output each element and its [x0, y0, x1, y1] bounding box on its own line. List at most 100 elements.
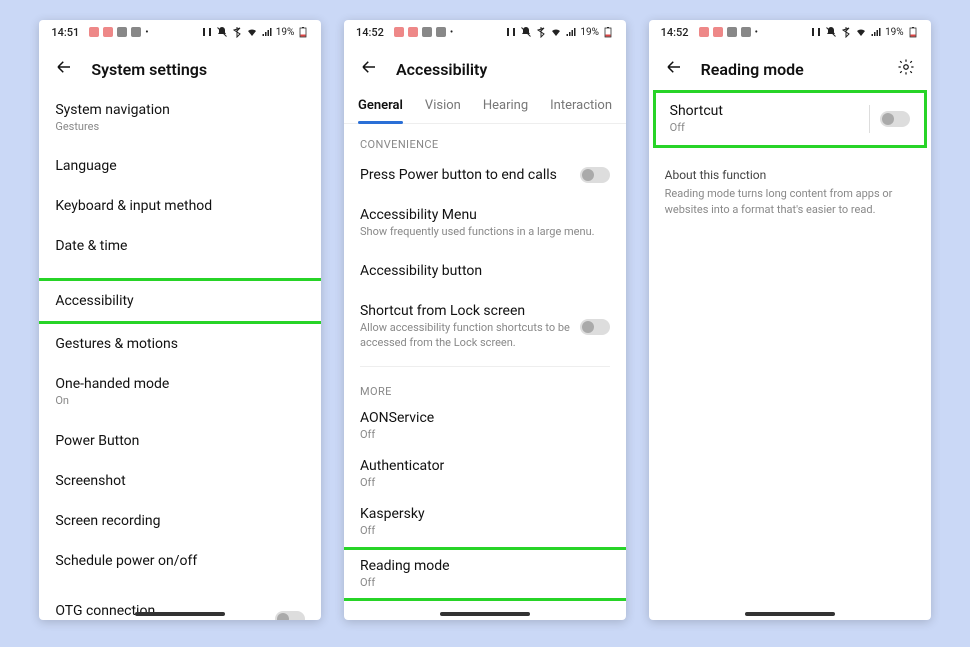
row-sub: Show frequently used functions in a larg… — [360, 225, 610, 239]
tab-hearing[interactable]: Hearing — [483, 90, 528, 123]
row-title: Reading mode — [360, 558, 610, 574]
toggle-shortcut-lock[interactable] — [580, 319, 610, 335]
row-accessibility[interactable]: Accessibility — [39, 278, 321, 324]
row-accessibility-button[interactable]: Accessibility button — [344, 251, 626, 291]
row-sub: Off — [360, 428, 610, 442]
linkedin-icon — [422, 27, 432, 37]
row-title: Screen recording — [55, 513, 305, 529]
row-title: OTG connection — [55, 603, 275, 619]
home-indicator[interactable] — [745, 612, 835, 616]
back-icon[interactable] — [665, 58, 683, 80]
row-datetime[interactable]: Date & time — [39, 226, 321, 266]
row-title: AONService — [360, 410, 610, 426]
about-title: About this function — [665, 168, 915, 182]
row-title: Accessibility button — [360, 263, 610, 279]
about-block: About this function Reading mode turns l… — [649, 148, 931, 217]
status-time: 14:52 — [356, 26, 384, 39]
about-desc: Reading mode turns long content from app… — [665, 186, 915, 217]
notif-icon — [394, 27, 404, 37]
tab-vision[interactable]: Vision — [425, 90, 461, 123]
row-power-button[interactable]: Power Button — [39, 421, 321, 461]
battery-icon — [297, 26, 309, 38]
row-aonservice[interactable]: AONService Off — [344, 402, 626, 450]
battery-icon — [907, 26, 919, 38]
wifi-icon — [855, 26, 867, 38]
header: Reading mode — [649, 44, 931, 90]
page-title: System settings — [91, 60, 207, 79]
divider-vertical — [869, 105, 870, 133]
header: Accessibility — [344, 44, 626, 90]
linkedin-icon — [117, 27, 127, 37]
section-more: MORE — [344, 371, 626, 402]
row-reading-mode[interactable]: Reading mode Off — [344, 547, 626, 601]
notif-icon — [713, 27, 723, 37]
app-icon — [436, 27, 446, 37]
row-sub: Off — [360, 576, 610, 590]
nfc-icon — [201, 26, 213, 38]
row-title: One-handed mode — [55, 376, 305, 392]
toggle-press-power[interactable] — [580, 167, 610, 183]
row-system-navigation[interactable]: System navigation Gestures — [39, 90, 321, 146]
mute-icon — [216, 26, 228, 38]
row-one-handed[interactable]: One-handed mode On — [39, 364, 321, 420]
accessibility-list: CONVENIENCE Press Power button to end ca… — [344, 124, 626, 620]
row-title: Date & time — [55, 238, 305, 254]
battery-text: 19% — [580, 27, 599, 38]
status-bar: 14:52 • 19% — [344, 20, 626, 44]
row-language[interactable]: Language — [39, 146, 321, 186]
bluetooth-icon — [840, 26, 852, 38]
row-screen-recording[interactable]: Screen recording — [39, 501, 321, 541]
toggle-otg[interactable] — [275, 611, 305, 620]
row-accessibility-menu[interactable]: Accessibility Menu Show frequently used … — [344, 195, 626, 251]
row-shortcut[interactable]: Shortcut Off — [656, 93, 924, 145]
row-shortcut-lockscreen[interactable]: Shortcut from Lock screen Allow accessib… — [344, 291, 626, 362]
row-screenshot[interactable]: Screenshot — [39, 461, 321, 501]
row-title: Shortcut from Lock screen — [360, 303, 580, 319]
reading-mode-content: Shortcut Off About this function Reading… — [649, 90, 931, 620]
notif-icon — [103, 27, 113, 37]
row-authenticator[interactable]: Authenticator Off — [344, 450, 626, 498]
home-indicator[interactable] — [440, 612, 530, 616]
linkedin-icon — [727, 27, 737, 37]
row-title: Power Button — [55, 433, 305, 449]
back-icon[interactable] — [360, 58, 378, 80]
toggle-shortcut[interactable] — [880, 111, 910, 127]
row-sub: Allow accessibility function shortcuts t… — [360, 321, 580, 350]
back-icon[interactable] — [55, 58, 73, 80]
app-icon — [131, 27, 141, 37]
row-sub: Off — [670, 121, 859, 135]
gear-icon[interactable] — [897, 58, 915, 80]
row-title: System navigation — [55, 102, 305, 118]
bluetooth-icon — [535, 26, 547, 38]
row-sub: On — [55, 394, 305, 408]
tab-general[interactable]: General — [358, 90, 403, 123]
home-indicator[interactable] — [135, 612, 225, 616]
row-title: Gestures & motions — [55, 336, 305, 352]
signal-icon — [261, 26, 273, 38]
row-schedule-power[interactable]: Schedule power on/off — [39, 541, 321, 581]
nfc-icon — [810, 26, 822, 38]
notif-icon — [699, 27, 709, 37]
mute-icon — [520, 26, 532, 38]
screen-reading-mode: 14:52 • 19% Reading mode — [649, 20, 931, 620]
screen-accessibility: 14:52 • 19% Accessibility General Vision… — [344, 20, 626, 620]
status-bar: 14:52 • 19% — [649, 20, 931, 44]
more-notif-icon: • — [450, 27, 453, 38]
section-convenience: CONVENIENCE — [344, 124, 626, 155]
row-sub: Off — [360, 476, 610, 490]
row-press-power[interactable]: Press Power button to end calls — [344, 155, 626, 195]
row-keyboard[interactable]: Keyboard & input method — [39, 186, 321, 226]
row-title: Accessibility Menu — [360, 207, 610, 223]
divider — [360, 366, 610, 367]
notif-icon — [89, 27, 99, 37]
more-notif-icon: • — [755, 27, 758, 38]
row-title: Shortcut — [670, 103, 859, 119]
row-kaspersky[interactable]: Kaspersky Off — [344, 498, 626, 546]
row-title: Screenshot — [55, 473, 305, 489]
notif-icon — [408, 27, 418, 37]
settings-list: System navigation Gestures Language Keyb… — [39, 90, 321, 620]
row-gestures-motions[interactable]: Gestures & motions — [39, 324, 321, 364]
battery-text: 19% — [276, 27, 295, 38]
tab-interaction[interactable]: Interaction — [550, 90, 612, 123]
mute-icon — [825, 26, 837, 38]
